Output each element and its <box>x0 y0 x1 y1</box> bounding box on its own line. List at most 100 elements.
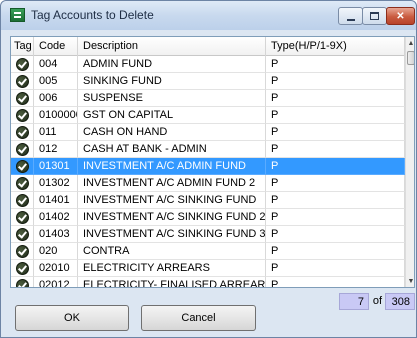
minimize-button[interactable] <box>338 7 363 25</box>
code-cell: 02010 <box>34 260 78 277</box>
type-cell: P <box>266 56 405 73</box>
code-cell: 011 <box>34 124 78 141</box>
column-header-description[interactable]: Description <box>78 37 266 56</box>
checkmark-icon[interactable] <box>16 194 29 207</box>
description-cell: GST ON CAPITAL <box>78 107 266 124</box>
tag-cell[interactable] <box>11 158 34 175</box>
grid-rows: 004 ADMIN FUND P 005 SINKING FUND P 006 SUSPENS… <box>11 56 405 287</box>
code-cell: 01302 <box>34 175 78 192</box>
tag-cell[interactable] <box>11 226 34 243</box>
tag-cell[interactable] <box>11 260 34 277</box>
table-row[interactable]: 01403 INVESTMENT A/C SINKING FUND 3P <box>11 226 405 243</box>
minimize-icon <box>346 18 355 21</box>
total-records: 308 <box>385 293 415 310</box>
tag-cell[interactable] <box>11 243 34 260</box>
description-cell: CASH AT BANK - ADMIN <box>78 141 266 158</box>
close-button[interactable]: ✕ <box>386 7 415 25</box>
checkmark-icon[interactable] <box>16 160 29 173</box>
description-cell: CONTRA <box>78 243 266 260</box>
type-cell: P <box>266 226 405 243</box>
checkmark-icon[interactable] <box>16 92 29 105</box>
table-row[interactable]: 01301 INVESTMENT A/C ADMIN FUND P <box>11 158 405 175</box>
type-cell: P <box>266 192 405 209</box>
table-row[interactable]: 01401 INVESTMENT A/C SINKING FUND P <box>11 192 405 209</box>
column-header-type[interactable]: Type(H/P/1-9X) <box>266 37 405 56</box>
type-cell: P <box>266 124 405 141</box>
ok-button[interactable]: OK <box>15 305 129 331</box>
type-cell: P <box>266 107 405 124</box>
code-cell: 012 <box>34 141 78 158</box>
maximize-button[interactable] <box>362 7 387 25</box>
window-title: Tag Accounts to Delete <box>31 8 154 22</box>
tag-cell[interactable] <box>11 175 34 192</box>
checkmark-icon[interactable] <box>16 228 29 241</box>
tag-cell[interactable] <box>11 107 34 124</box>
checkmark-icon[interactable] <box>16 143 29 156</box>
table-row[interactable]: 01302 INVESTMENT A/C ADMIN FUND 2P <box>11 175 405 192</box>
description-cell: INVESTMENT A/C ADMIN FUND 2 <box>78 175 266 192</box>
grid-bottom-border <box>11 287 415 288</box>
column-header-tag[interactable]: Tag <box>11 37 34 56</box>
description-cell: ELECTRICITY ARREARS <box>78 260 266 277</box>
type-cell: P <box>266 141 405 158</box>
description-cell: SINKING FUND <box>78 73 266 90</box>
code-cell: 020 <box>34 243 78 260</box>
table-row[interactable]: 011 CASH ON HAND P <box>11 124 405 141</box>
grid-header: Tag Code Description Type(H/P/1-9X) <box>11 37 405 56</box>
table-row[interactable]: 004 ADMIN FUND P <box>11 56 405 73</box>
tag-cell[interactable] <box>11 73 34 90</box>
code-cell: 01402 <box>34 209 78 226</box>
scroll-down-icon[interactable]: ▼ <box>406 275 414 287</box>
maximize-icon <box>370 12 379 20</box>
checkmark-icon[interactable] <box>16 245 29 258</box>
checkmark-icon[interactable] <box>16 211 29 224</box>
record-of-label: of <box>372 295 383 307</box>
description-cell: CASH ON HAND <box>78 124 266 141</box>
table-row[interactable]: 006 SUSPENSE P <box>11 90 405 107</box>
checkmark-icon[interactable] <box>16 262 29 275</box>
tag-cell[interactable] <box>11 141 34 158</box>
app-icon <box>10 8 25 22</box>
description-cell: INVESTMENT A/C SINKING FUND <box>78 192 266 209</box>
code-cell: 01401 <box>34 192 78 209</box>
tag-cell[interactable] <box>11 56 34 73</box>
code-cell: 005 <box>34 73 78 90</box>
description-cell: SUSPENSE <box>78 90 266 107</box>
description-cell: INVESTMENT A/C SINKING FUND 3 <box>78 226 266 243</box>
type-cell: P <box>266 260 405 277</box>
tag-cell[interactable] <box>11 192 34 209</box>
checkmark-icon[interactable] <box>16 177 29 190</box>
type-cell: P <box>266 175 405 192</box>
code-cell: 006 <box>34 90 78 107</box>
tag-accounts-dialog: Tag Accounts to Delete ✕ Tag Code Descri… <box>0 0 417 338</box>
scroll-up-icon[interactable]: ▲ <box>406 37 414 49</box>
tag-cell[interactable] <box>11 209 34 226</box>
table-row[interactable]: 012 CASH AT BANK - ADMIN P <box>11 141 405 158</box>
checkmark-icon[interactable] <box>16 109 29 122</box>
scrollbar-thumb[interactable] <box>407 51 414 65</box>
type-cell: P <box>266 90 405 107</box>
table-row[interactable]: 005 SINKING FUND P <box>11 73 405 90</box>
tag-cell[interactable] <box>11 90 34 107</box>
cancel-button[interactable]: Cancel <box>141 305 256 331</box>
table-row[interactable]: 02010 ELECTRICITY ARREARS P <box>11 260 405 277</box>
table-row[interactable]: 01402 INVESTMENT A/C SINKING FUND 2P <box>11 209 405 226</box>
column-header-code[interactable]: Code <box>34 37 78 56</box>
code-cell: 01403 <box>34 226 78 243</box>
code-cell: 004 <box>34 56 78 73</box>
description-cell: INVESTMENT A/C ADMIN FUND <box>78 158 266 175</box>
description-cell: ADMIN FUND <box>78 56 266 73</box>
table-row[interactable]: 01000000GST ON CAPITALP <box>11 107 405 124</box>
code-cell: 01000000 <box>34 107 78 124</box>
vertical-scrollbar[interactable]: ▲ ▼ <box>405 37 414 287</box>
checkmark-icon[interactable] <box>16 58 29 71</box>
checkmark-icon[interactable] <box>16 75 29 88</box>
type-cell: P <box>266 73 405 90</box>
description-cell: INVESTMENT A/C SINKING FUND 2 <box>78 209 266 226</box>
table-row[interactable]: 020 CONTRA P <box>11 243 405 260</box>
title-bar[interactable]: Tag Accounts to Delete ✕ <box>1 1 416 30</box>
checkmark-icon[interactable] <box>16 126 29 139</box>
tag-cell[interactable] <box>11 124 34 141</box>
accounts-grid[interactable]: Tag Code Description Type(H/P/1-9X) 004 A… <box>10 36 415 288</box>
close-icon: ✕ <box>396 10 405 22</box>
